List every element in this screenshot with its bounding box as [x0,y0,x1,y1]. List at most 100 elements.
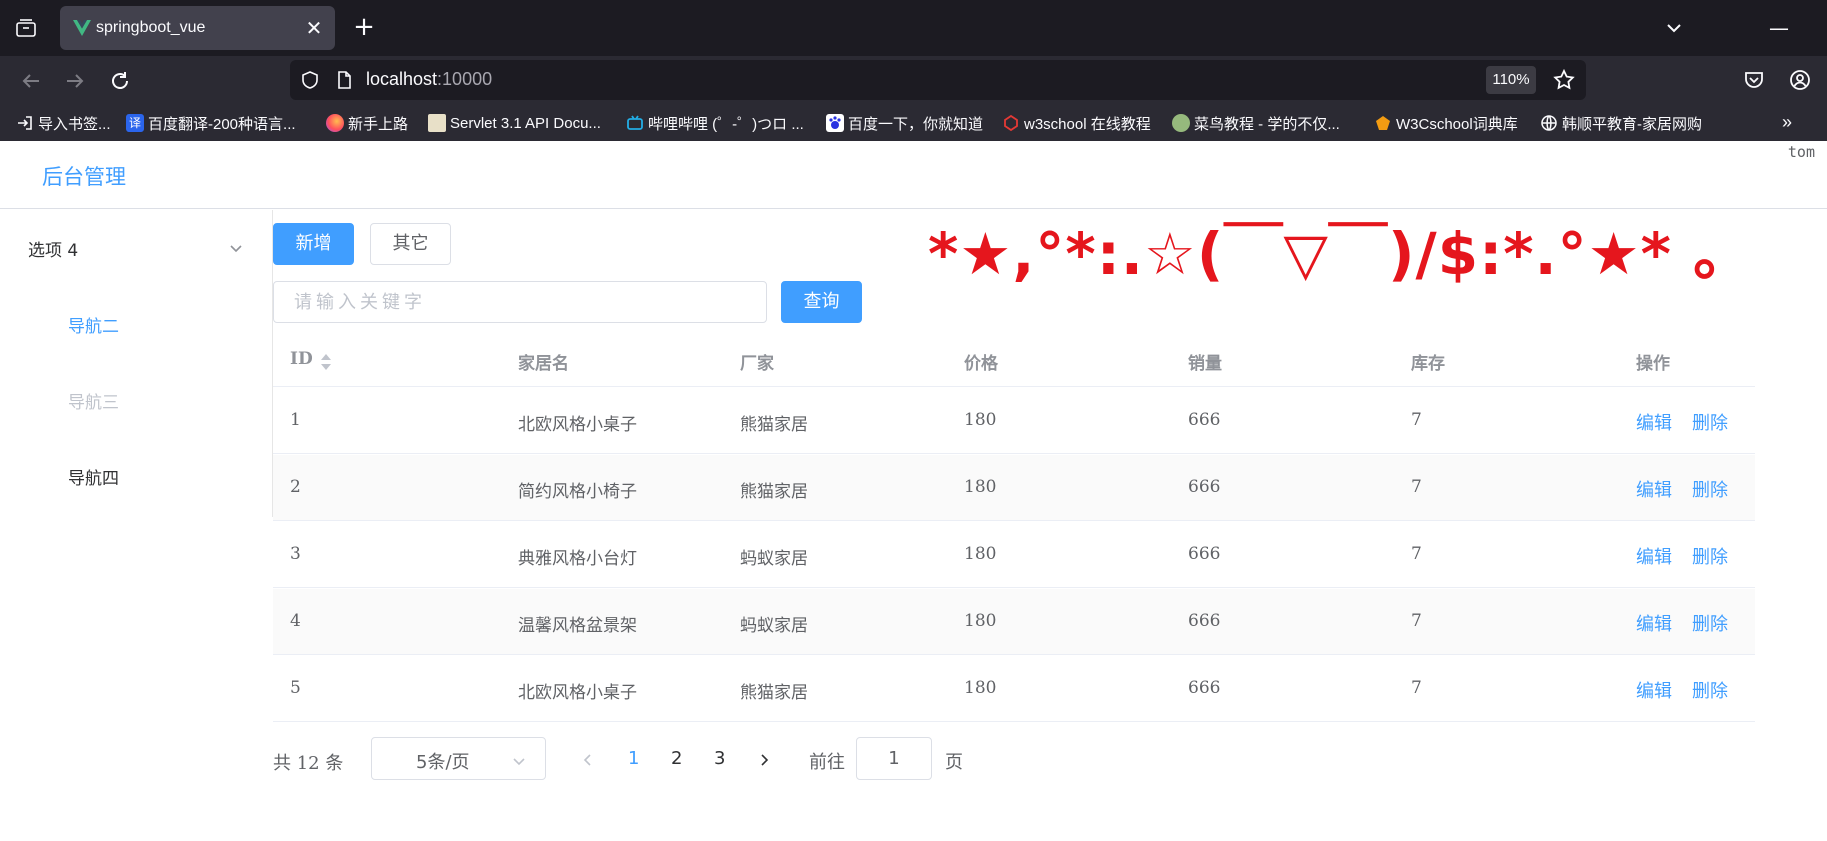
app-brand[interactable]: 后台管理 [42,161,126,191]
bookmark-hanshunping[interactable]: 韩顺平教育-家居网购 [1540,112,1702,134]
edit-button[interactable]: 编辑 [1636,409,1672,435]
cell-id: 1 [290,410,301,430]
delete-button[interactable]: 删除 [1692,543,1728,569]
cell-maker: 蚂蚁家居 [740,616,808,636]
page-suffix-label: 页 [945,752,963,773]
page-number-2[interactable]: 2 [671,748,682,769]
cell-maker: 蚂蚁家居 [740,549,808,569]
pagination: 共 12 条 5条/页 1 2 3 前往 页 [273,737,1073,781]
bookmark-bilibili[interactable]: 哔哩哔哩 (゜-゜)つロ ... [626,112,804,134]
edit-button[interactable]: 编辑 [1636,543,1672,569]
w3cschool-icon [1374,114,1392,132]
page-jump-input[interactable] [856,737,932,780]
table-header: ID 家居名 厂家 价格 销量 库存 操作 [273,331,1755,387]
cell-price: 180 [964,477,997,497]
cell-price: 180 [964,678,997,698]
baidu-translate-icon: 译 [126,114,144,132]
cell-stock: 7 [1411,678,1422,698]
delete-button[interactable]: 删除 [1692,409,1728,435]
cell-maker: 熊猫家居 [740,683,808,703]
shield-icon[interactable] [300,70,320,90]
new-tab-icon[interactable]: + [348,12,380,44]
sidebar-menu: 选项 4 导航二 导航三 导航四 [0,210,273,517]
cell-maker: 熊猫家居 [740,482,808,502]
browser-tab-active[interactable]: springboot_vue ✕ [60,6,335,50]
edit-button[interactable]: 编辑 [1636,677,1672,703]
forward-arrow-icon[interactable] [60,66,90,96]
column-header-stock: 库存 [1411,354,1445,374]
cell-id: 5 [290,678,301,698]
bookmark-w3school[interactable]: w3school 在线教程 [1002,112,1151,134]
chevron-down-icon [512,753,526,767]
sidebar-item-nav-two[interactable]: 导航二 [68,312,119,337]
edit-button[interactable]: 编辑 [1636,610,1672,636]
sort-caret-icon[interactable] [319,353,333,371]
java-icon [428,114,446,132]
delete-button[interactable]: 删除 [1692,476,1728,502]
url-text[interactable]: localhost:10000 [366,69,492,90]
cell-price: 180 [964,410,997,430]
submenu-title[interactable]: 选项 4 [28,236,78,261]
chevron-down-icon[interactable] [228,240,244,256]
table-row: 4 温馨风格盆景架 蚂蚁家居 180 666 7 编辑 删除 [273,589,1755,655]
next-page-icon[interactable] [757,752,771,766]
delete-button[interactable]: 删除 [1692,677,1728,703]
cell-name: 北欧风格小桌子 [518,683,637,703]
close-tab-icon[interactable]: ✕ [303,17,325,39]
column-header-id[interactable]: ID [290,349,313,369]
edit-button[interactable]: 编辑 [1636,476,1672,502]
page-size-select[interactable]: 5条/页 [371,737,546,780]
cell-stock: 7 [1411,477,1422,497]
baidu-icon [826,114,844,132]
column-header-maker: 厂家 [740,354,774,374]
sidebar-item-nav-four[interactable]: 导航四 [68,464,119,489]
address-bar[interactable]: localhost:10000 110% [290,60,1586,100]
cell-stock: 7 [1411,544,1422,564]
bookmark-baidu-translate[interactable]: 译 百度翻译-200种语言... [126,112,296,134]
chevron-down-icon[interactable] [1660,14,1688,42]
firefox-icon [326,114,344,132]
bookmark-w3cschool[interactable]: W3Cschool词典库 [1374,112,1518,134]
bookmark-servlet-api[interactable]: Servlet 3.1 API Docu... [428,112,601,134]
back-arrow-icon[interactable] [16,66,46,96]
page-number-1[interactable]: 1 [628,748,639,769]
bilibili-icon [626,114,644,132]
pocket-icon[interactable] [1742,68,1766,92]
goto-label: 前往 [809,752,845,773]
column-header-price: 价格 [964,354,998,374]
page-icon[interactable] [334,70,354,90]
table-row: 1 北欧风格小桌子 熊猫家居 180 666 7 编辑 删除 [273,388,1755,454]
reload-icon[interactable] [105,66,135,96]
prev-page-icon[interactable] [581,752,595,766]
add-button[interactable]: 新增 [273,223,354,265]
cell-sales: 666 [1188,611,1221,631]
import-icon [16,114,34,132]
double-chevron-right-icon[interactable]: » [1782,112,1792,133]
tab-title: springboot_vue [96,19,206,36]
cell-id: 4 [290,611,301,631]
zoom-level-badge[interactable]: 110% [1486,66,1536,94]
column-header-name: 家居名 [518,354,569,374]
decorative-kaomoji: *★,°*:.☆(￣▽￣)/$:*.°★* 。 [928,220,1753,288]
search-button[interactable]: 查询 [781,281,862,323]
app-header: 后台管理 tom [0,141,1827,209]
delete-button[interactable]: 删除 [1692,610,1728,636]
tab-list-icon[interactable] [14,16,38,40]
minimize-window-icon[interactable]: — [1765,14,1793,42]
cell-name: 典雅风格小台灯 [518,549,637,569]
user-name[interactable]: tom [1788,143,1815,161]
runoob-icon [1172,114,1190,132]
bookmark-baidu[interactable]: 百度一下，你就知道 [826,112,983,134]
cell-id: 2 [290,477,301,497]
search-input[interactable] [273,281,767,323]
bookmark-star-icon[interactable] [1552,68,1576,92]
bookmark-import[interactable]: 导入书签... [16,112,111,134]
page-number-3[interactable]: 3 [714,748,725,769]
other-button[interactable]: 其它 [370,223,451,265]
account-icon[interactable] [1788,68,1812,92]
bookmark-runoob[interactable]: 菜鸟教程 - 学的不仅... [1172,112,1340,134]
column-header-sales: 销量 [1188,354,1222,374]
bookmark-getting-started[interactable]: 新手上路 [326,112,408,134]
cell-sales: 666 [1188,410,1221,430]
cell-id: 3 [290,544,301,564]
